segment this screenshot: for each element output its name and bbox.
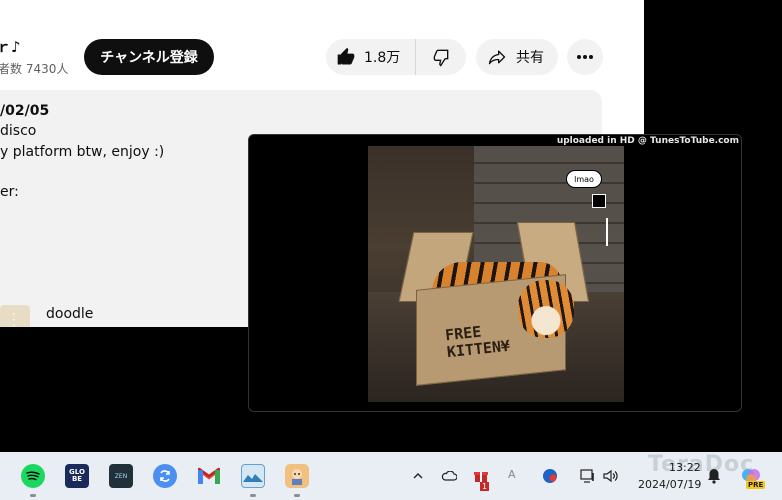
tiger-head (518, 280, 574, 338)
more-dots-icon (577, 55, 593, 59)
bell-icon[interactable] (706, 468, 722, 484)
doodle-square (592, 194, 606, 208)
globe-app-icon[interactable]: GLO BE (65, 464, 89, 488)
photos-app-icon[interactable] (241, 464, 265, 488)
dark-app-icon[interactable]: ZEN (109, 464, 133, 488)
subscribe-button[interactable]: チャンネル登録 (84, 39, 214, 75)
more-vert-icon: · · · (12, 307, 16, 327)
like-count: 1.8万 (364, 50, 401, 66)
share-label: 共有 (516, 50, 544, 66)
edge-icon[interactable] (542, 468, 558, 484)
upload-date: /02/05 (0, 103, 50, 119)
avatar-app-icon[interactable] (285, 464, 309, 488)
running-indicator (30, 494, 36, 497)
chapter-label[interactable]: doodle (46, 306, 93, 322)
speech-bubble: lmao (566, 170, 602, 188)
channel-name[interactable]: ｒ♪ (0, 36, 21, 57)
cloud-icon[interactable] (441, 468, 457, 484)
description-line: er: (0, 184, 19, 200)
taskbar: GLO BE ZEN 1 A TeraDoc 13:22 2024/07/19 … (0, 452, 782, 500)
notification-badge: 1 (480, 482, 490, 491)
sync-app-icon[interactable] (153, 464, 177, 488)
running-indicator (250, 494, 256, 497)
box-writing: FREE KITTEN¥ (444, 322, 511, 362)
dislike-button[interactable] (416, 39, 466, 75)
monitor-icon[interactable] (580, 468, 596, 484)
thumbs-up-icon (337, 47, 355, 65)
running-indicator (294, 494, 300, 497)
brand-watermark: TeraDoc (648, 452, 755, 477)
gmail-icon[interactable] (197, 464, 221, 488)
volume-icon[interactable] (603, 468, 619, 484)
share-button[interactable]: 共有 (476, 39, 558, 75)
mini-player[interactable]: uploaded in HD @ TunesToTube.com FREE KI… (248, 134, 742, 412)
description-line: y platform btw, enjoy :) (0, 144, 165, 160)
video-watermark: uploaded in HD @ TunesToTube.com (556, 136, 739, 146)
description-line: disco (0, 123, 37, 139)
chevron-up-icon[interactable] (410, 468, 426, 484)
like-dislike-group: 1.8万 (326, 39, 466, 75)
clock-date[interactable]: 2024/07/19 (638, 478, 701, 491)
like-button[interactable]: 1.8万 (326, 39, 416, 75)
thumbs-down-icon (433, 49, 449, 67)
ime-indicator[interactable]: A (508, 468, 516, 481)
more-actions-button[interactable] (567, 39, 603, 75)
doodle-figure (606, 218, 620, 246)
subscriber-count: 者数 7430人 (0, 62, 69, 76)
pre-badge: PRE (746, 481, 766, 489)
share-arrow-icon (488, 50, 506, 65)
spotify-icon[interactable] (21, 464, 45, 488)
video-frame[interactable]: FREE KITTEN¥ lmao (368, 146, 624, 402)
chapter-thumbnail[interactable]: · · · (0, 305, 30, 327)
clock-time[interactable]: 13:22 (669, 461, 701, 474)
cardboard-box: FREE KITTEN¥ (398, 212, 590, 386)
